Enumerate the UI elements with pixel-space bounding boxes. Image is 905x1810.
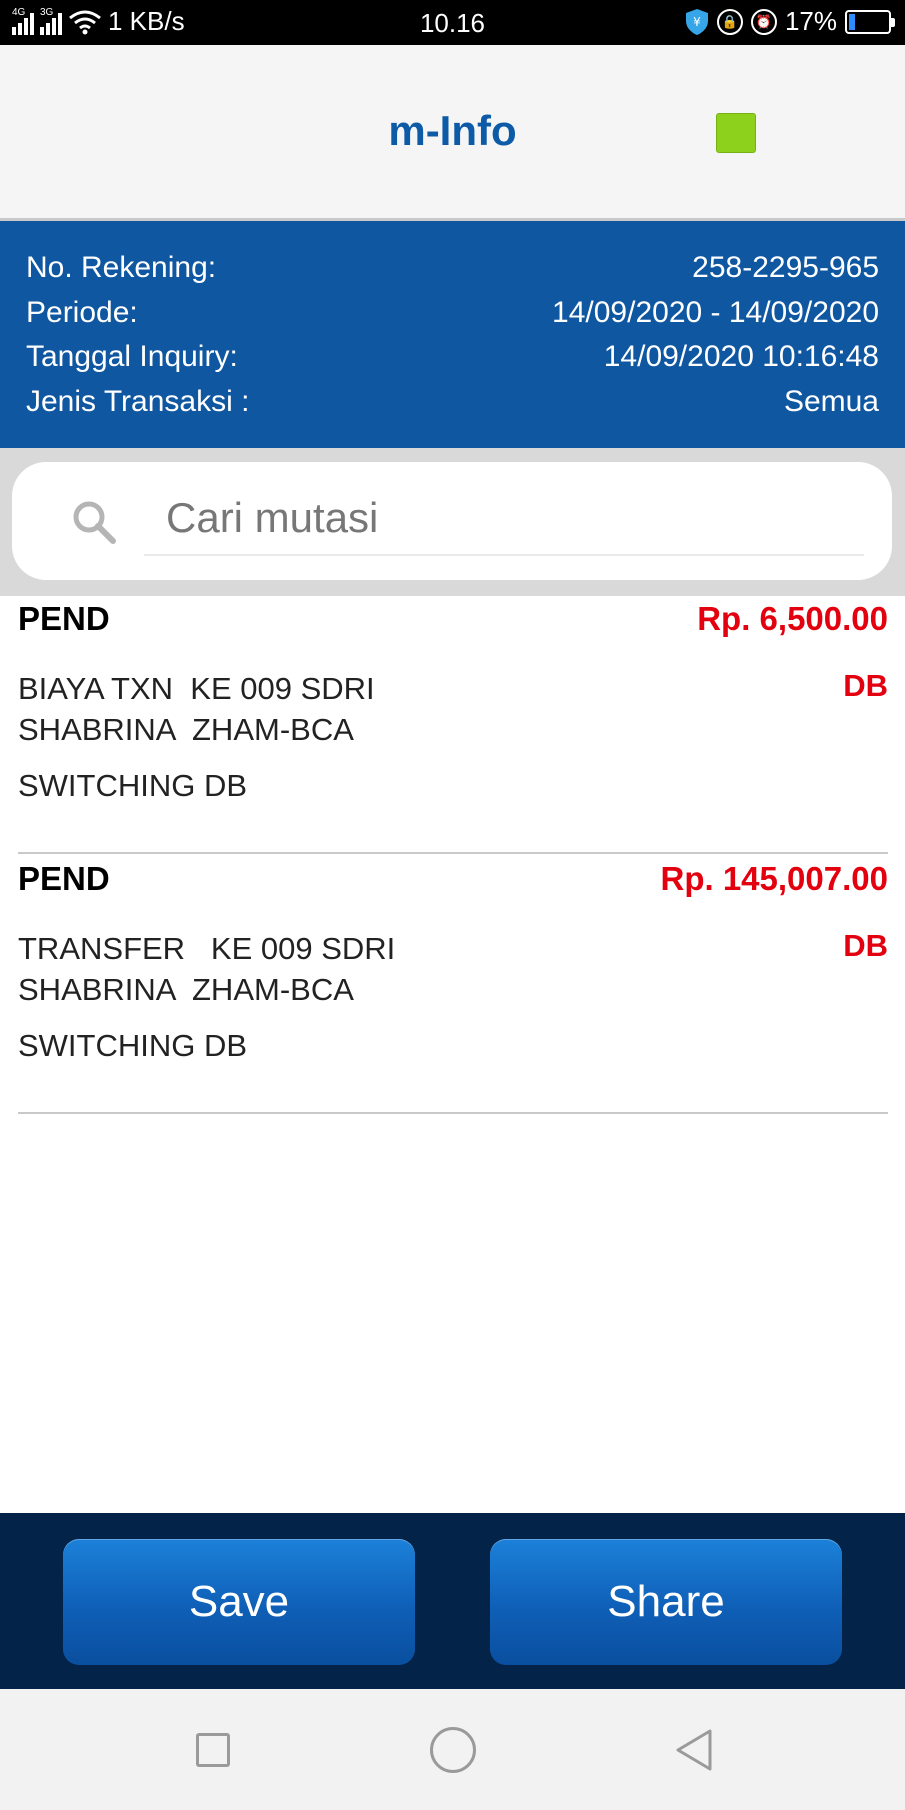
info-row-period: Periode: 14/09/2020 - 14/09/2020 <box>26 296 879 330</box>
battery-icon <box>845 9 895 34</box>
share-button[interactable]: Share <box>490 1539 842 1665</box>
transaction-list: PEND Rp. 6,500.00 BIAYA TXN KE 009 SDRI … <box>18 596 888 1116</box>
status-bar: 4G 3G 1 KB/s 10.16 ¥ 🔒 ⏰ 17% <box>0 0 905 45</box>
account-value: 258-2295-965 <box>692 251 879 284</box>
transaction-channel: SWITCHING DB <box>18 1028 248 1063</box>
back-icon[interactable] <box>672 1727 716 1773</box>
period-value: 14/09/2020 - 14/09/2020 <box>552 296 879 329</box>
system-nav-bar <box>0 1689 905 1810</box>
save-button[interactable]: Save <box>63 1539 415 1665</box>
account-info-panel: No. Rekening: 258-2295-965 Periode: 14/0… <box>0 221 905 448</box>
search-bar-container <box>0 448 905 596</box>
inquiry-value: 14/09/2020 10:16:48 <box>603 340 879 373</box>
transaction-description: BIAYA TXN KE 009 SDRI SHABRINA ZHAM-BCA <box>18 671 375 747</box>
alarm-icon: ⏰ <box>750 8 777 35</box>
inquiry-label: Tanggal Inquiry: <box>26 340 238 373</box>
app-header: m-Info <box>0 45 905 221</box>
transaction-type-value: Semua <box>783 385 879 418</box>
transaction-status: PEND <box>18 600 110 637</box>
page-title: m-Info <box>388 107 517 154</box>
list-item[interactable]: PEND Rp. 6,500.00 BIAYA TXN KE 009 SDRI … <box>18 596 888 854</box>
home-icon[interactable] <box>430 1727 476 1773</box>
battery-percent: 17% <box>784 6 837 36</box>
search-input[interactable] <box>144 482 864 556</box>
transaction-type-label: Jenis Transaksi : <box>26 385 250 418</box>
transaction-description: TRANSFER KE 009 SDRI SHABRINA ZHAM-BCA <box>18 931 396 1007</box>
account-label: No. Rekening: <box>26 251 217 284</box>
transaction-type: DB <box>843 928 888 963</box>
transaction-type: DB <box>843 668 888 703</box>
security-shield-icon: ¥ <box>685 8 708 35</box>
status-indicator-icon <box>716 113 756 153</box>
period-label: Periode: <box>26 296 138 329</box>
battery-level-fill <box>849 13 855 30</box>
search-icon <box>73 501 116 544</box>
transaction-amount: Rp. 6,500.00 <box>697 600 888 637</box>
lock-rotation-icon: 🔒 <box>716 8 743 35</box>
transaction-channel: SWITCHING DB <box>18 768 248 803</box>
bottom-action-bar: Save Share <box>0 1513 905 1689</box>
svg-text:¥: ¥ <box>693 15 701 29</box>
info-row-inquiry: Tanggal Inquiry: 14/09/2020 10:16:48 <box>26 340 879 374</box>
transaction-status: PEND <box>18 860 110 897</box>
search-box[interactable] <box>12 462 892 580</box>
info-row-account: No. Rekening: 258-2295-965 <box>26 251 879 285</box>
recent-apps-icon[interactable] <box>196 1733 230 1767</box>
status-right: ¥ 🔒 ⏰ 17% <box>685 6 895 37</box>
list-item[interactable]: PEND Rp. 145,007.00 TRANSFER KE 009 SDRI… <box>18 856 888 1114</box>
info-row-type: Jenis Transaksi : Semua <box>26 385 879 419</box>
transaction-amount: Rp. 145,007.00 <box>660 860 889 897</box>
